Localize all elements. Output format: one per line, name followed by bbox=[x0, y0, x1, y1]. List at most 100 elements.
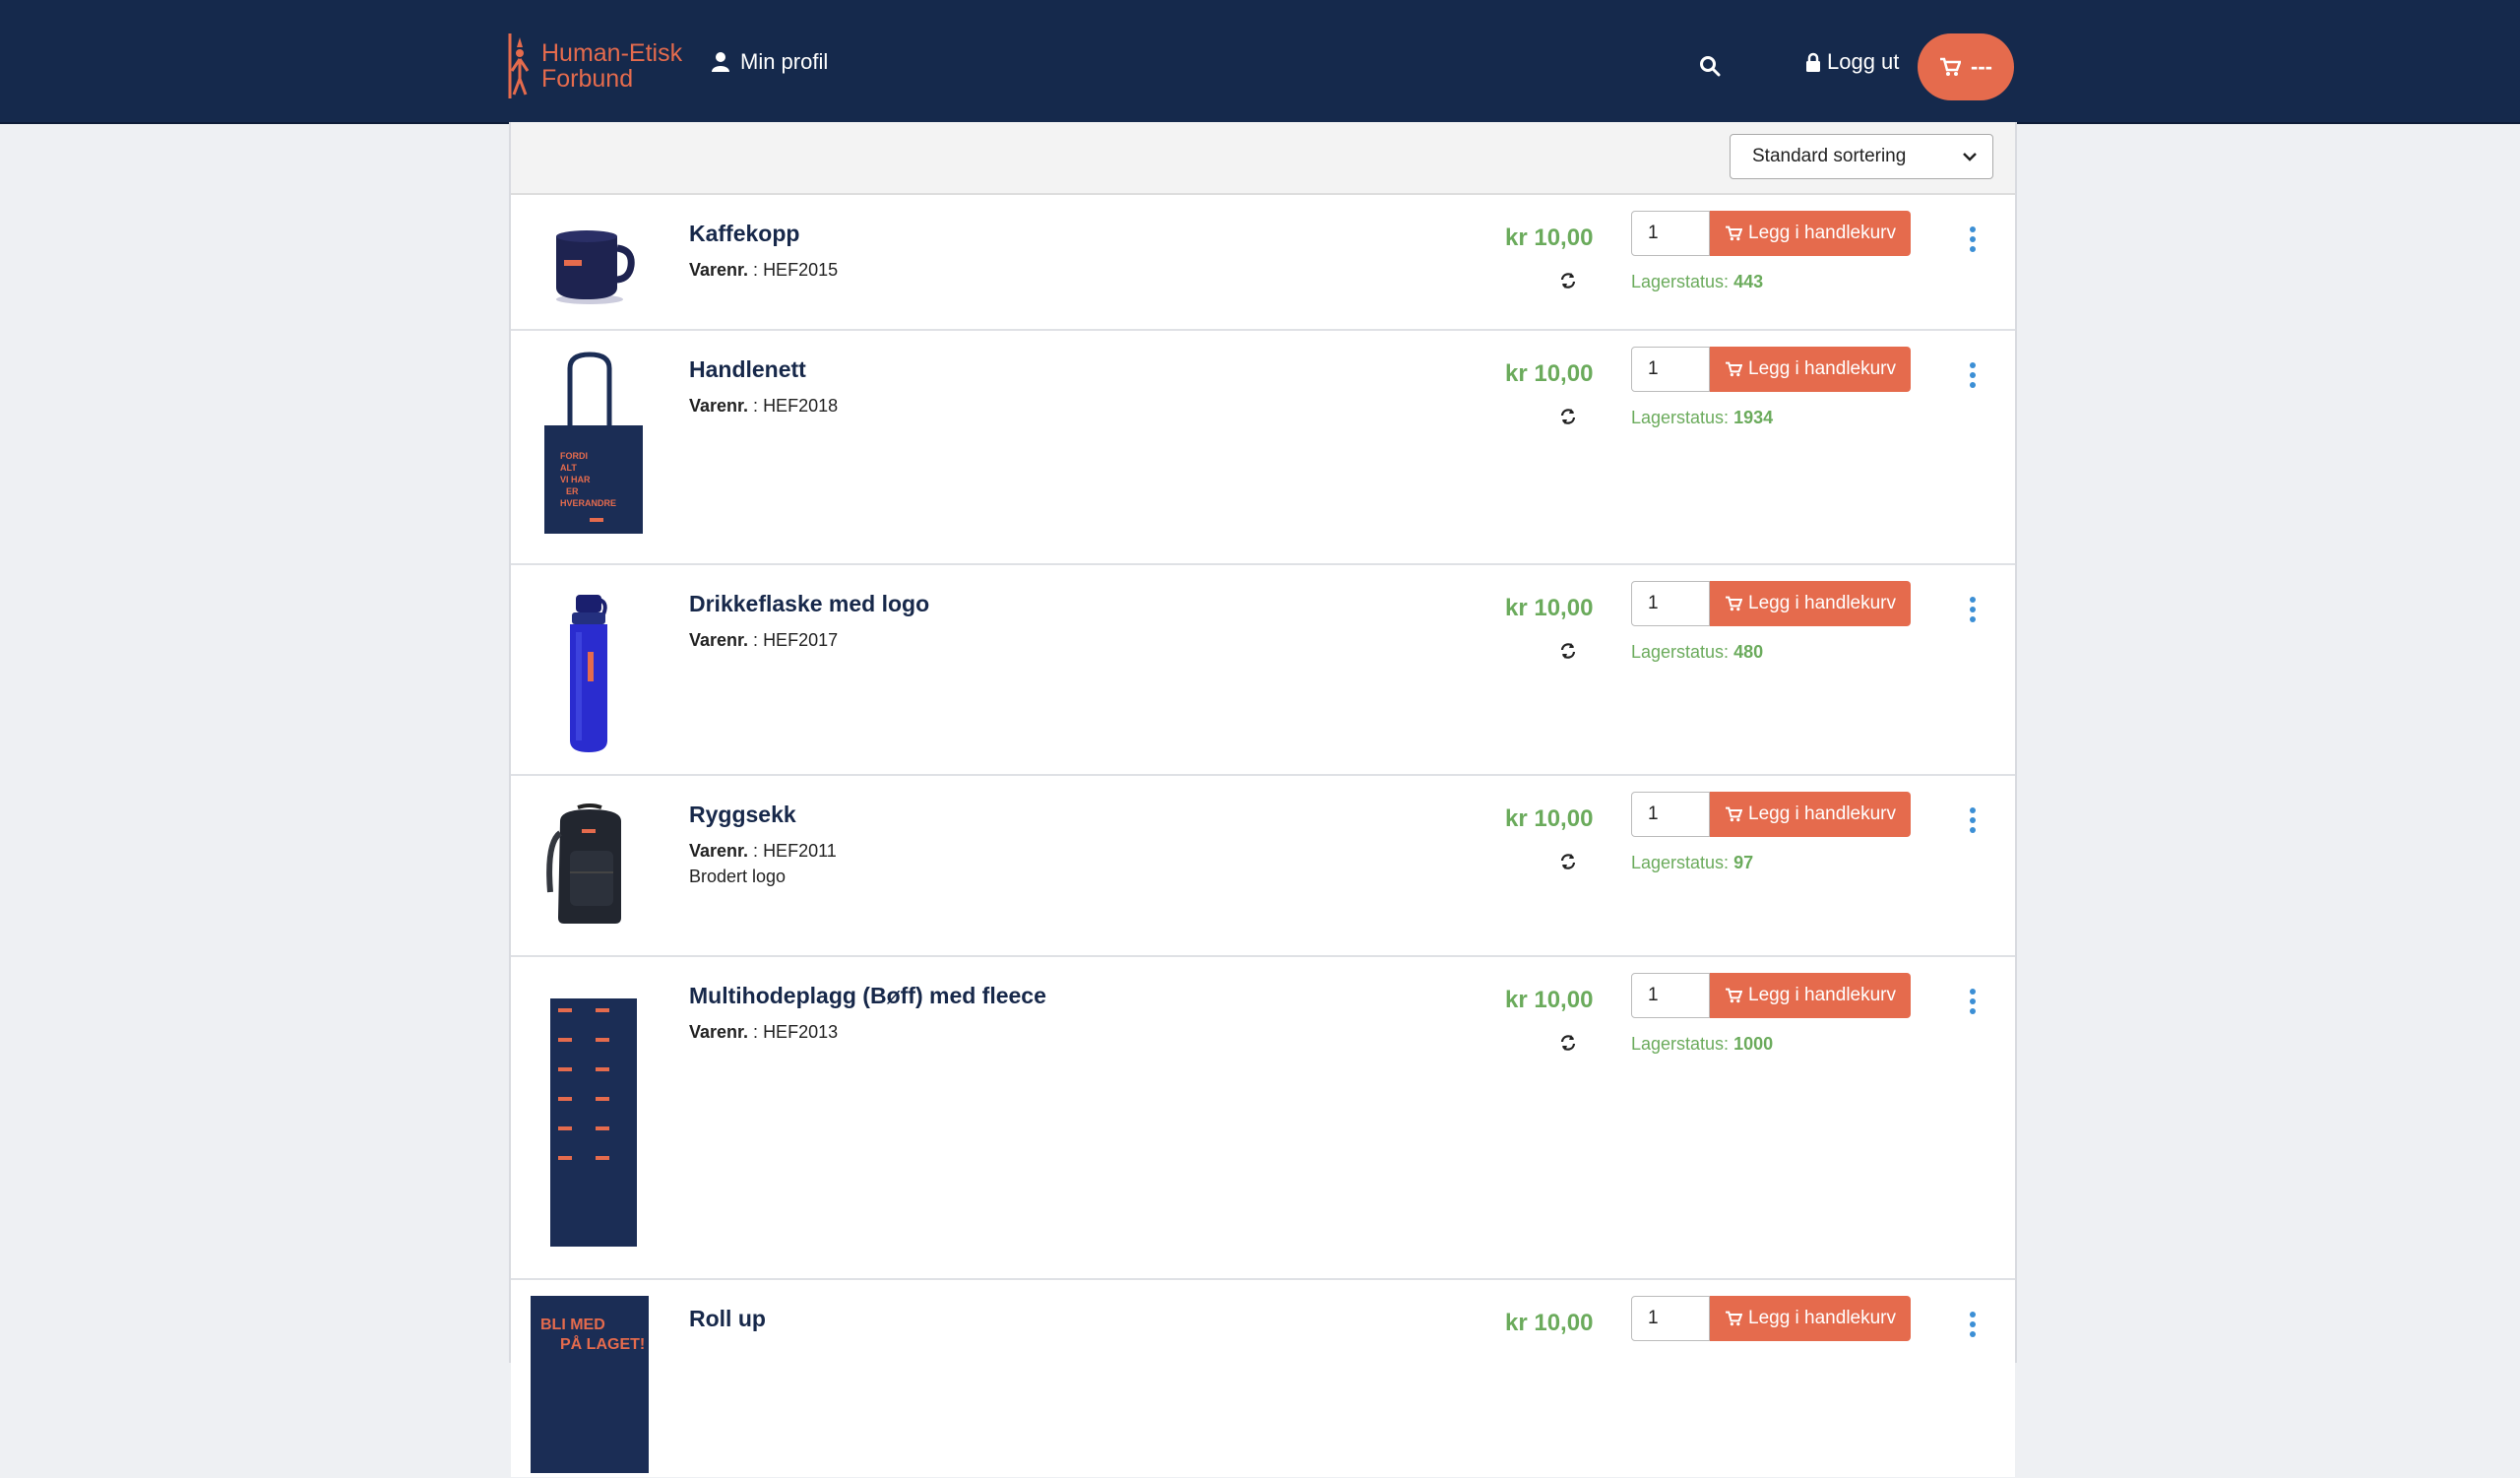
add-to-cart-button[interactable]: Legg i handlekurv bbox=[1710, 973, 1911, 1018]
sku-label: Varenr. bbox=[689, 396, 749, 416]
sku-value: HEF2017 bbox=[763, 630, 839, 650]
shopping-cart-icon bbox=[1726, 225, 1742, 241]
add-to-cart-button[interactable]: Legg i handlekurv bbox=[1710, 347, 1911, 392]
product-sku: Varenr. : HEF2013 bbox=[689, 1022, 838, 1043]
cart-count: --- bbox=[1971, 54, 1992, 79]
product-name-link[interactable]: Ryggsekk bbox=[689, 802, 796, 828]
sku-separator: : bbox=[748, 260, 764, 280]
profile-link[interactable]: Min profil bbox=[711, 49, 828, 75]
shopping-cart-icon bbox=[1726, 596, 1742, 611]
quantity-input[interactable]: 1 bbox=[1631, 1296, 1710, 1341]
product-row: BLI MED PÅ LAGET! Roll up kr 10,00 1 Leg… bbox=[511, 1280, 2015, 1477]
add-to-cart-button[interactable]: Legg i handlekurv bbox=[1710, 211, 1911, 256]
tote-text-4: ER bbox=[566, 486, 579, 496]
tote-bag-icon: FORDI ALT VI HAR ER HVERANDRE bbox=[544, 352, 643, 534]
product-sku: Varenr. : HEF2015 bbox=[689, 260, 838, 281]
quantity-input[interactable]: 1 bbox=[1631, 792, 1710, 837]
product-list-panel: Standard sortering Kaffekopp Varenr. : H… bbox=[509, 122, 2017, 1477]
product-image bbox=[531, 217, 649, 311]
shopping-cart-icon bbox=[1726, 988, 1742, 1003]
rollup-text-2: PÅ LAGET! bbox=[560, 1334, 645, 1353]
logo[interactable]: Human-Etisk Forbund bbox=[508, 32, 682, 100]
rollup-banner-icon: BLI MED PÅ LAGET! bbox=[531, 1296, 649, 1473]
tote-text-3: VI HAR bbox=[560, 475, 591, 484]
refresh-price-button[interactable] bbox=[1560, 408, 1576, 430]
shopping-cart-icon bbox=[1726, 806, 1742, 822]
rollup-text-1: BLI MED bbox=[540, 1317, 605, 1333]
product-image bbox=[531, 593, 649, 754]
refresh-price-button[interactable] bbox=[1560, 1034, 1576, 1057]
shopping-cart-icon bbox=[1726, 361, 1742, 377]
quantity-input[interactable]: 1 bbox=[1631, 973, 1710, 1018]
refresh-icon bbox=[1560, 273, 1576, 289]
top-navbar: Human-Etisk Forbund Min profil Logg ut -… bbox=[0, 0, 2520, 124]
quantity-input[interactable]: 1 bbox=[1631, 211, 1710, 256]
stock-label: Lagerstatus: bbox=[1631, 272, 1734, 291]
stock-value: 1934 bbox=[1733, 408, 1774, 427]
sku-separator: : bbox=[748, 1022, 764, 1042]
more-options-icon[interactable] bbox=[1968, 1310, 1978, 1339]
product-name-link[interactable]: Drikkeflaske med logo bbox=[689, 591, 929, 617]
product-row: Drikkeflaske med logo Varenr. : HEF2017 … bbox=[511, 565, 2015, 776]
product-row: FORDI ALT VI HAR ER HVERANDRE Handlenett… bbox=[511, 331, 2015, 565]
cart-button[interactable]: --- bbox=[1918, 33, 2014, 100]
shopping-cart-icon bbox=[1726, 1311, 1742, 1326]
refresh-icon bbox=[1560, 854, 1576, 869]
stock-label: Lagerstatus: bbox=[1631, 853, 1734, 872]
sort-toolbar: Standard sortering bbox=[511, 122, 2015, 195]
quantity-input[interactable]: 1 bbox=[1631, 581, 1710, 626]
sku-label: Varenr. bbox=[689, 630, 749, 650]
product-price: kr 10,00 bbox=[1505, 805, 1594, 832]
product-price: kr 10,00 bbox=[1505, 1310, 1594, 1336]
add-to-cart-button[interactable]: Legg i handlekurv bbox=[1710, 792, 1911, 837]
refresh-price-button[interactable] bbox=[1560, 272, 1576, 294]
add-to-cart-label: Legg i handlekurv bbox=[1748, 223, 1896, 243]
refresh-icon bbox=[1560, 409, 1576, 424]
product-price: kr 10,00 bbox=[1505, 987, 1594, 1013]
add-to-cart-label: Legg i handlekurv bbox=[1748, 1308, 1896, 1328]
logo-figure-icon bbox=[508, 32, 530, 100]
product-row: Ryggsekk Varenr. : HEF2011 Brodert logo … bbox=[511, 776, 2015, 957]
more-options-icon[interactable] bbox=[1968, 225, 1978, 254]
shopping-cart-icon bbox=[1940, 57, 1961, 76]
add-to-cart-label: Legg i handlekurv bbox=[1748, 985, 1896, 1005]
product-image bbox=[531, 996, 649, 1249]
sku-label: Varenr. bbox=[689, 841, 749, 861]
more-options-icon[interactable] bbox=[1968, 805, 1978, 835]
product-name-link[interactable]: Roll up bbox=[689, 1306, 766, 1332]
quantity-input[interactable]: 1 bbox=[1631, 347, 1710, 392]
add-to-cart-button[interactable]: Legg i handlekurv bbox=[1710, 1296, 1911, 1341]
product-name-link[interactable]: Handlenett bbox=[689, 356, 806, 383]
more-options-icon[interactable] bbox=[1968, 360, 1978, 390]
add-to-cart-label: Legg i handlekurv bbox=[1748, 593, 1896, 613]
more-options-icon[interactable] bbox=[1968, 987, 1978, 1016]
sku-value: HEF2011 bbox=[763, 841, 837, 861]
product-price: kr 10,00 bbox=[1505, 595, 1594, 621]
product-note: Brodert logo bbox=[689, 867, 787, 886]
stock-value: 97 bbox=[1733, 853, 1754, 872]
neck-gaiter-icon bbox=[550, 998, 637, 1247]
refresh-icon bbox=[1560, 643, 1576, 659]
refresh-price-button[interactable] bbox=[1560, 853, 1576, 875]
mug-icon bbox=[556, 230, 635, 304]
product-sku: Varenr. : HEF2017 bbox=[689, 630, 838, 651]
refresh-price-button[interactable] bbox=[1560, 642, 1576, 665]
stock-value: 1000 bbox=[1733, 1034, 1774, 1054]
stock-value: 480 bbox=[1733, 642, 1764, 662]
product-name-link[interactable]: Kaffekopp bbox=[689, 221, 799, 247]
add-to-cart-button[interactable]: Legg i handlekurv bbox=[1710, 581, 1911, 626]
chevron-down-icon bbox=[1963, 153, 1977, 161]
product-image: BLI MED PÅ LAGET! bbox=[531, 1296, 649, 1473]
stock-label: Lagerstatus: bbox=[1631, 642, 1734, 662]
add-to-cart-label: Legg i handlekurv bbox=[1748, 358, 1896, 379]
stock-value: 443 bbox=[1733, 272, 1764, 291]
logout-link[interactable]: Logg ut bbox=[1805, 49, 1899, 75]
sort-select[interactable]: Standard sortering bbox=[1730, 134, 1993, 179]
more-options-icon[interactable] bbox=[1968, 595, 1978, 624]
search-button[interactable] bbox=[1699, 55, 1731, 77]
product-row: Kaffekopp Varenr. : HEF2015 kr 10,00 1 L… bbox=[511, 195, 2015, 331]
sku-value: HEF2013 bbox=[763, 1022, 839, 1042]
product-name-link[interactable]: Multihodeplagg (Bøff) med fleece bbox=[689, 983, 1046, 1009]
stock-status: Lagerstatus: 480 bbox=[1631, 642, 1763, 663]
user-icon bbox=[712, 52, 729, 72]
